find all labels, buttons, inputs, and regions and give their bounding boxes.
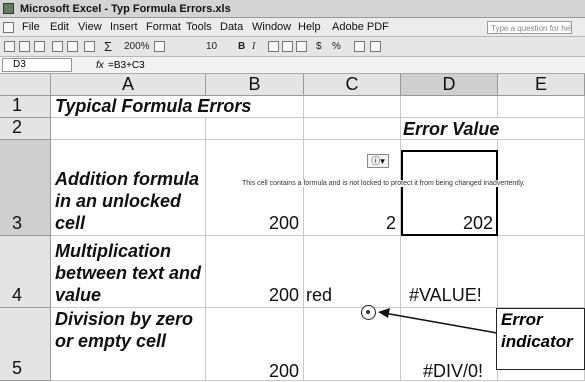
error-indicator-callout: Error indicator	[496, 308, 585, 370]
